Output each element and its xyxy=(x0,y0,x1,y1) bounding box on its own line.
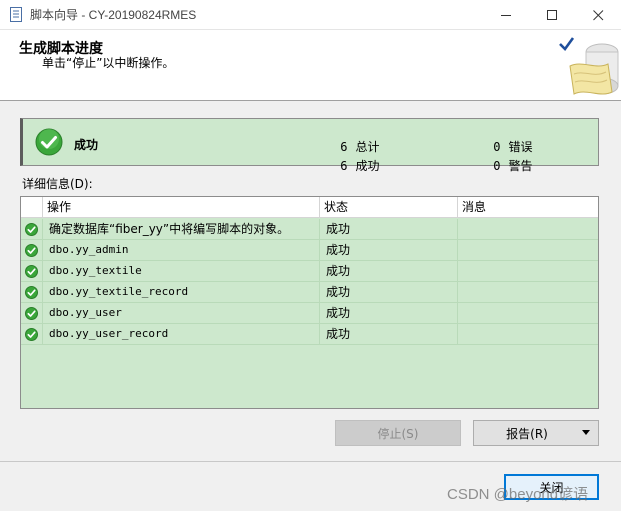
window-title: 脚本向导 - CY-20190824RMES xyxy=(30,8,197,22)
maximize-icon xyxy=(546,9,557,20)
row-status-cell xyxy=(21,324,43,345)
table-row[interactable]: dbo.yy_admin 成功 xyxy=(21,240,598,261)
success-check-icon xyxy=(25,307,38,320)
report-button-label: 报告(R) xyxy=(506,426,548,441)
script-doc-icon xyxy=(9,7,23,23)
table-row[interactable]: dbo.yy_user_record 成功 xyxy=(21,324,598,345)
table-row[interactable]: 确定数据库“fiber_yy”中将编写脚本的对象。 成功 xyxy=(21,219,598,240)
table-header: 操作 状态 消息 xyxy=(21,197,598,218)
column-header-status[interactable]: 状态 xyxy=(320,197,458,218)
success-check-icon xyxy=(25,244,38,257)
table-row[interactable]: dbo.yy_textile_record 成功 xyxy=(21,282,598,303)
success-label: 成功 xyxy=(355,159,380,173)
watermark: CSDN @beyond谚语 xyxy=(447,486,589,503)
checked-scroll-icon xyxy=(556,34,620,100)
row-operation: dbo.yy_user_record xyxy=(43,324,320,345)
row-status: 成功 xyxy=(320,240,458,261)
success-count: 6 xyxy=(340,159,348,173)
column-header-icon[interactable] xyxy=(21,197,43,218)
warning-count: 0 xyxy=(493,159,501,173)
row-status: 成功 xyxy=(320,324,458,345)
column-header-message[interactable]: 消息 xyxy=(458,197,598,218)
success-check-icon xyxy=(25,286,38,299)
row-message xyxy=(458,261,598,282)
row-operation: 确定数据库“fiber_yy”中将编写脚本的对象。 xyxy=(43,219,320,240)
row-status: 成功 xyxy=(320,303,458,324)
maximize-button[interactable] xyxy=(529,0,575,30)
success-check-icon xyxy=(35,128,63,156)
warning-stat: 0 警告 xyxy=(478,143,533,188)
success-check-icon xyxy=(25,223,38,236)
success-check-icon xyxy=(25,265,38,278)
overall-status: 成功 xyxy=(74,138,99,152)
table-row[interactable]: dbo.yy_user 成功 xyxy=(21,303,598,324)
row-operation: dbo.yy_textile_record xyxy=(43,282,320,303)
details-table[interactable]: 操作 状态 消息 确定数据库“fiber_yy”中将编写脚本的对象。 成功 dbo.… xyxy=(20,196,599,409)
table-row[interactable]: dbo.yy_textile 成功 xyxy=(21,261,598,282)
row-message xyxy=(458,240,598,261)
row-status: 成功 xyxy=(320,261,458,282)
column-header-operation[interactable]: 操作 xyxy=(43,197,320,218)
title-bar: 脚本向导 - CY-20190824RMES xyxy=(0,0,621,30)
row-operation: dbo.yy_user xyxy=(43,303,320,324)
row-message xyxy=(458,303,598,324)
minimize-button[interactable] xyxy=(483,0,529,30)
warning-label: 警告 xyxy=(508,159,533,173)
close-icon xyxy=(592,9,603,20)
row-status: 成功 xyxy=(320,282,458,303)
row-message xyxy=(458,324,598,345)
success-check-icon xyxy=(25,328,38,341)
row-message xyxy=(458,219,598,240)
row-status-cell xyxy=(21,282,43,303)
success-stat: 6 成功 xyxy=(325,143,380,188)
wizard-header: 生成脚本进度 单击“停止”以中断操作。 xyxy=(0,30,621,101)
report-button[interactable]: 报告(R) xyxy=(473,420,599,446)
row-operation: dbo.yy_admin xyxy=(43,240,320,261)
row-status: 成功 xyxy=(320,219,458,240)
status-summary-panel: 成功 6 总计 6 成功 0 错误 0 警告 xyxy=(20,118,599,173)
chevron-down-icon xyxy=(582,430,590,435)
row-status-cell xyxy=(21,303,43,324)
footer-divider xyxy=(0,461,621,462)
close-window-button[interactable] xyxy=(575,0,621,30)
row-status-cell xyxy=(21,240,43,261)
row-status-cell xyxy=(21,261,43,282)
row-status-cell xyxy=(21,219,43,240)
row-operation: dbo.yy_textile xyxy=(43,261,320,282)
page-subtitle: 单击“停止”以中断操作。 xyxy=(42,56,175,70)
minimize-icon xyxy=(500,14,511,16)
details-label: 详细信息(D): xyxy=(22,177,93,191)
row-message xyxy=(458,282,598,303)
stop-button[interactable]: 停止(S) xyxy=(335,420,461,446)
